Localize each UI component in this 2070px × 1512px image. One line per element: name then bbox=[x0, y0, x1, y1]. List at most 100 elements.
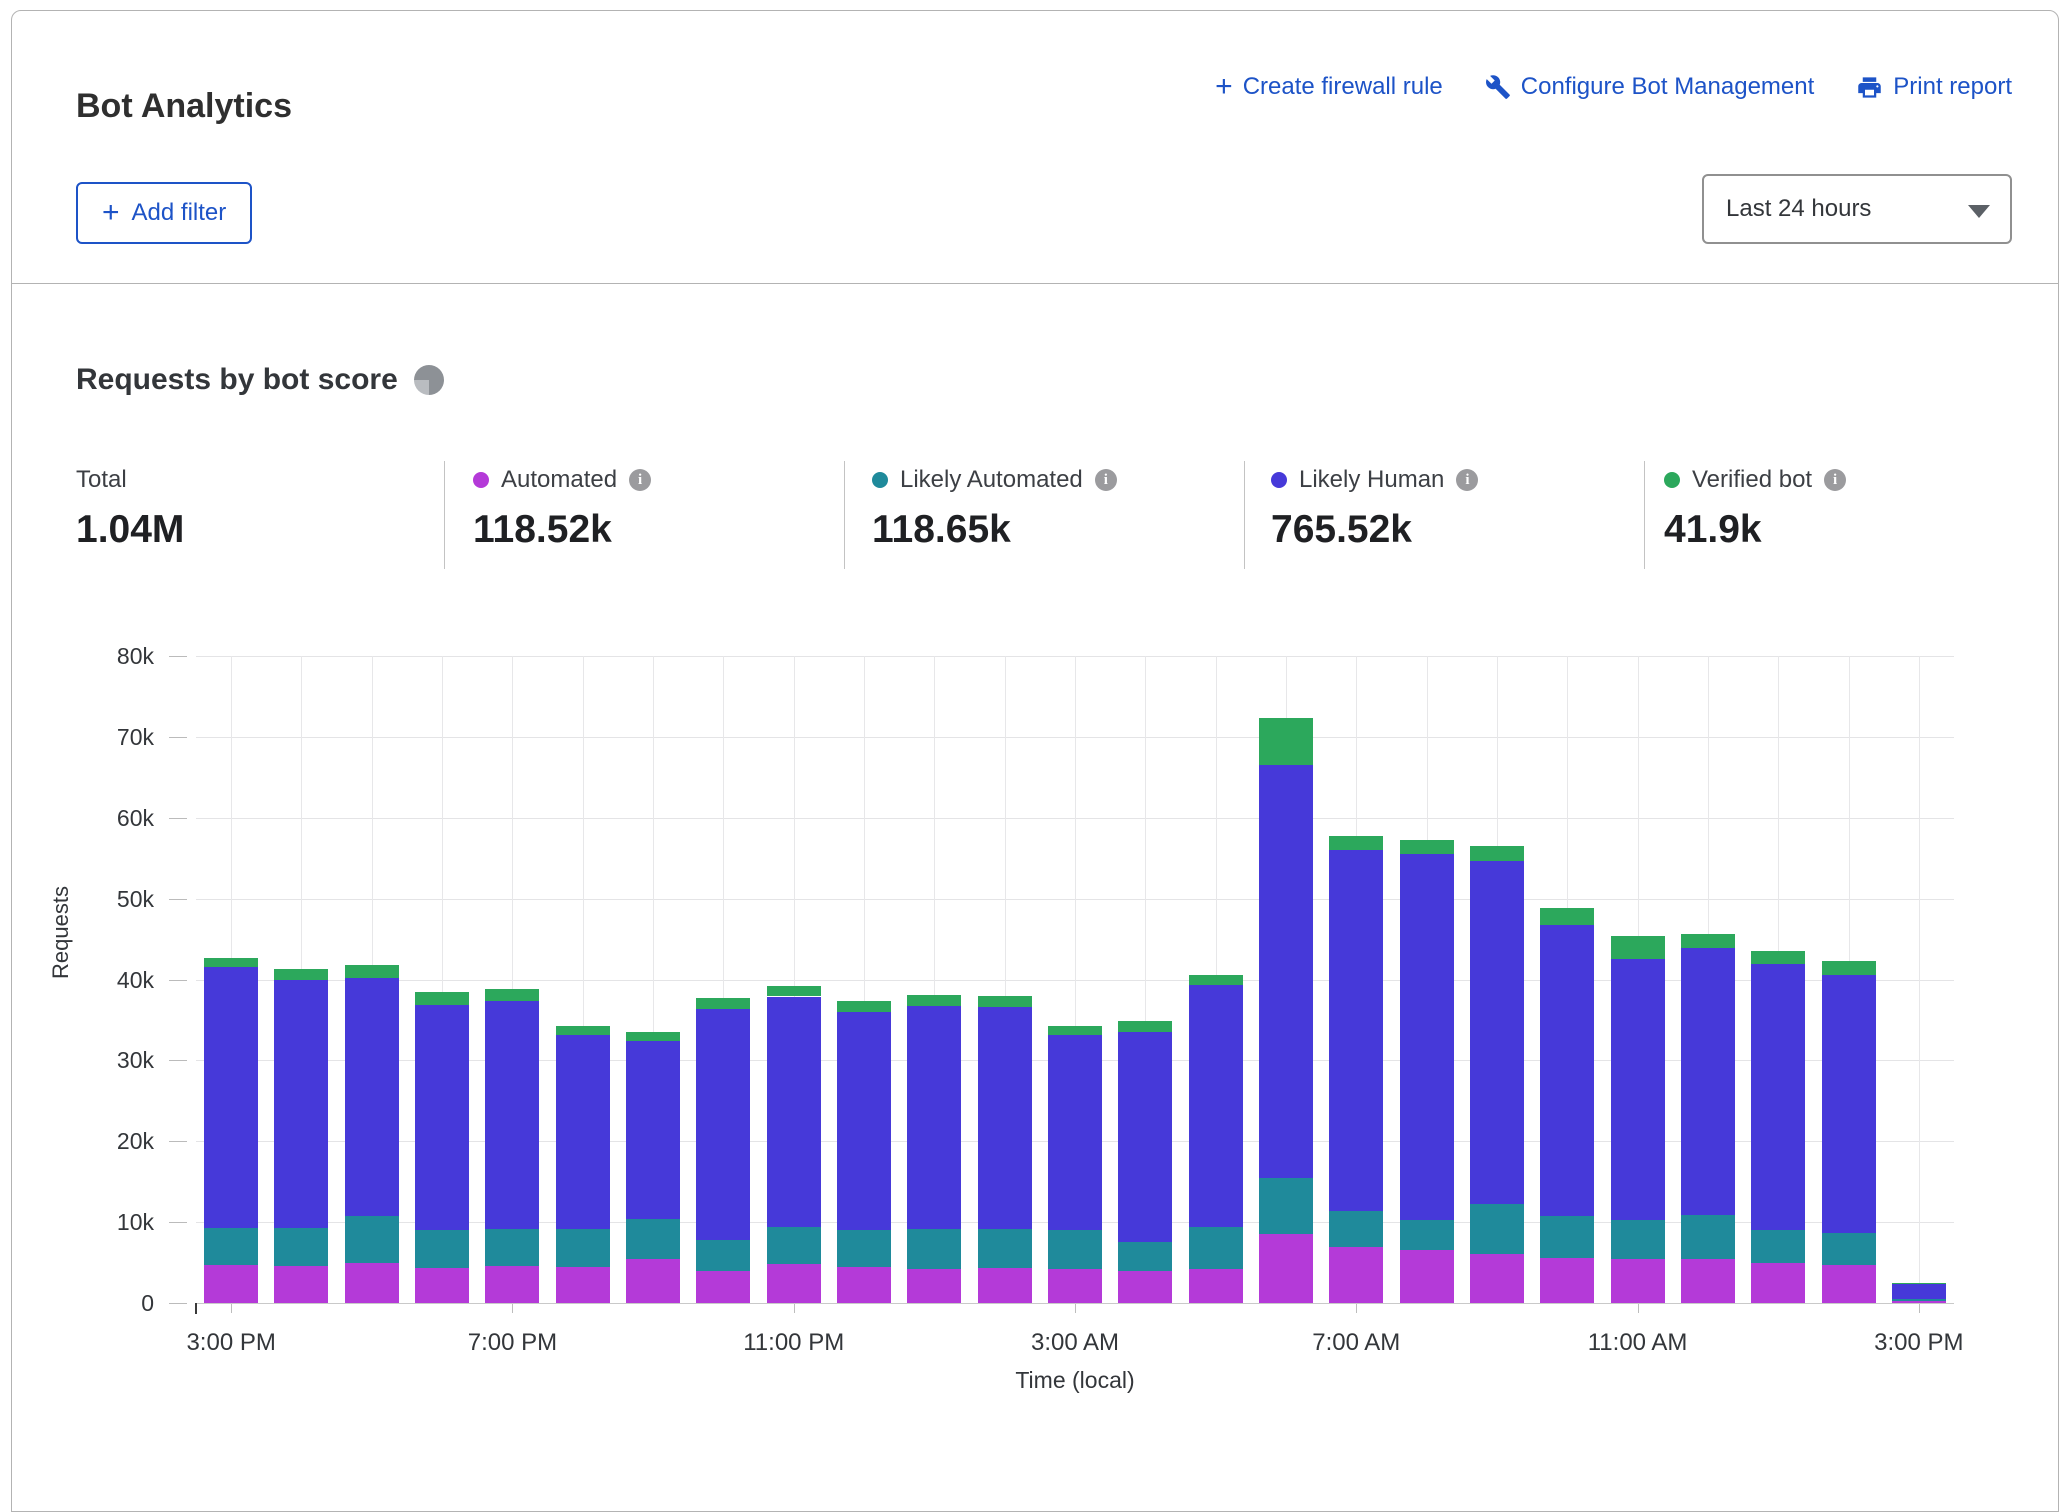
bar-segment[interactable] bbox=[837, 1012, 891, 1230]
bar-segment[interactable] bbox=[1189, 1227, 1243, 1269]
bar-segment[interactable] bbox=[1470, 861, 1524, 1204]
info-icon[interactable]: i bbox=[1456, 469, 1478, 491]
bar-segment[interactable] bbox=[556, 1035, 610, 1229]
bar-segment[interactable] bbox=[1400, 854, 1454, 1220]
bar-segment[interactable] bbox=[767, 1264, 821, 1303]
stacked-bar[interactable] bbox=[1681, 934, 1735, 1303]
stacked-bar[interactable] bbox=[1540, 908, 1594, 1303]
bar-segment[interactable] bbox=[1329, 836, 1383, 851]
bar-segment[interactable] bbox=[1822, 975, 1876, 1232]
bar-segment[interactable] bbox=[1329, 1211, 1383, 1247]
add-filter-button[interactable]: + Add filter bbox=[76, 182, 252, 244]
bar-segment[interactable] bbox=[204, 1265, 258, 1303]
bar-segment[interactable] bbox=[1470, 1204, 1524, 1253]
stacked-bar[interactable] bbox=[1751, 951, 1805, 1303]
bar-segment[interactable] bbox=[274, 1266, 328, 1303]
bar-segment[interactable] bbox=[837, 1001, 891, 1012]
bar-segment[interactable] bbox=[1048, 1035, 1102, 1230]
bar-segment[interactable] bbox=[907, 1229, 961, 1269]
bar-segment[interactable] bbox=[1259, 718, 1313, 765]
stacked-bar[interactable] bbox=[1470, 846, 1524, 1303]
create-firewall-rule-link[interactable]: + Create firewall rule bbox=[1215, 73, 1443, 101]
bar-segment[interactable] bbox=[1329, 1247, 1383, 1303]
bar-segment[interactable] bbox=[274, 969, 328, 980]
bar-segment[interactable] bbox=[978, 1229, 1032, 1269]
info-icon[interactable]: i bbox=[1824, 469, 1846, 491]
bar-segment[interactable] bbox=[1751, 1230, 1805, 1263]
stacked-bar[interactable] bbox=[767, 986, 821, 1303]
bar-segment[interactable] bbox=[1681, 1259, 1735, 1303]
stacked-bar[interactable] bbox=[345, 965, 399, 1303]
stacked-bar[interactable] bbox=[1400, 840, 1454, 1303]
bar-segment[interactable] bbox=[556, 1229, 610, 1267]
bar-segment[interactable] bbox=[1611, 1259, 1665, 1303]
bar-segment[interactable] bbox=[767, 986, 821, 997]
stacked-bar[interactable] bbox=[1189, 975, 1243, 1303]
bar-segment[interactable] bbox=[696, 1271, 750, 1303]
stacked-bar[interactable] bbox=[485, 989, 539, 1303]
bar-segment[interactable] bbox=[1189, 975, 1243, 986]
bar-segment[interactable] bbox=[1822, 1265, 1876, 1303]
bar-segment[interactable] bbox=[1540, 925, 1594, 1217]
bar-segment[interactable] bbox=[1751, 951, 1805, 964]
bar-segment[interactable] bbox=[626, 1259, 680, 1303]
bar-segment[interactable] bbox=[696, 998, 750, 1009]
bar-segment[interactable] bbox=[1681, 934, 1735, 948]
stacked-bar[interactable] bbox=[978, 996, 1032, 1303]
bar-segment[interactable] bbox=[415, 992, 469, 1004]
bar-segment[interactable] bbox=[1470, 1254, 1524, 1303]
bar-segment[interactable] bbox=[1611, 1220, 1665, 1259]
bar-segment[interactable] bbox=[1048, 1230, 1102, 1269]
print-report-link[interactable]: Print report bbox=[1856, 73, 2012, 101]
bar-segment[interactable] bbox=[1329, 850, 1383, 1211]
configure-bot-management-link[interactable]: Configure Bot Management bbox=[1485, 73, 1815, 101]
stacked-bar[interactable] bbox=[1118, 1021, 1172, 1303]
bar-segment[interactable] bbox=[907, 1269, 961, 1303]
bar-segment[interactable] bbox=[556, 1026, 610, 1035]
bar-segment[interactable] bbox=[978, 996, 1032, 1007]
bar-segment[interactable] bbox=[626, 1219, 680, 1259]
bar-segment[interactable] bbox=[345, 978, 399, 1216]
bar-segment[interactable] bbox=[1048, 1269, 1102, 1303]
bar-segment[interactable] bbox=[204, 1228, 258, 1265]
bar-segment[interactable] bbox=[1540, 1258, 1594, 1303]
bar-segment[interactable] bbox=[1540, 908, 1594, 924]
bar-segment[interactable] bbox=[1892, 1284, 1946, 1299]
bar-segment[interactable] bbox=[1540, 1216, 1594, 1257]
bar-segment[interactable] bbox=[1681, 948, 1735, 1215]
bar-segment[interactable] bbox=[1681, 1215, 1735, 1259]
bar-segment[interactable] bbox=[1189, 985, 1243, 1227]
bar-segment[interactable] bbox=[696, 1240, 750, 1271]
time-range-select[interactable]: Last 24 hours bbox=[1702, 174, 2012, 244]
bar-segment[interactable] bbox=[1611, 959, 1665, 1219]
bar-segment[interactable] bbox=[1400, 840, 1454, 855]
bar-segment[interactable] bbox=[696, 1009, 750, 1239]
info-icon[interactable]: i bbox=[629, 469, 651, 491]
bar-segment[interactable] bbox=[767, 997, 821, 1227]
bar-segment[interactable] bbox=[837, 1230, 891, 1266]
bar-segment[interactable] bbox=[1470, 846, 1524, 861]
stacked-bar[interactable] bbox=[415, 992, 469, 1303]
stacked-bar[interactable] bbox=[1892, 1283, 1946, 1303]
bar-segment[interactable] bbox=[274, 1228, 328, 1266]
bar-segment[interactable] bbox=[978, 1007, 1032, 1229]
info-icon[interactable]: i bbox=[1095, 469, 1117, 491]
stacked-bar[interactable] bbox=[1048, 1026, 1102, 1303]
bar-segment[interactable] bbox=[415, 1005, 469, 1231]
bar-segment[interactable] bbox=[485, 989, 539, 1001]
bar-segment[interactable] bbox=[907, 995, 961, 1006]
bar-segment[interactable] bbox=[1892, 1283, 1946, 1284]
bar-segment[interactable] bbox=[485, 1266, 539, 1303]
stacked-bar[interactable] bbox=[204, 958, 258, 1303]
stacked-bar[interactable] bbox=[696, 998, 750, 1303]
bar-segment[interactable] bbox=[1822, 961, 1876, 976]
bar-segment[interactable] bbox=[1118, 1271, 1172, 1303]
bar-segment[interactable] bbox=[345, 1263, 399, 1303]
bar-segment[interactable] bbox=[415, 1230, 469, 1268]
bar-segment[interactable] bbox=[274, 980, 328, 1227]
bar-segment[interactable] bbox=[1400, 1220, 1454, 1250]
bar-segment[interactable] bbox=[1118, 1021, 1172, 1032]
bar-segment[interactable] bbox=[1189, 1269, 1243, 1303]
bar-segment[interactable] bbox=[837, 1267, 891, 1303]
bar-segment[interactable] bbox=[907, 1006, 961, 1228]
